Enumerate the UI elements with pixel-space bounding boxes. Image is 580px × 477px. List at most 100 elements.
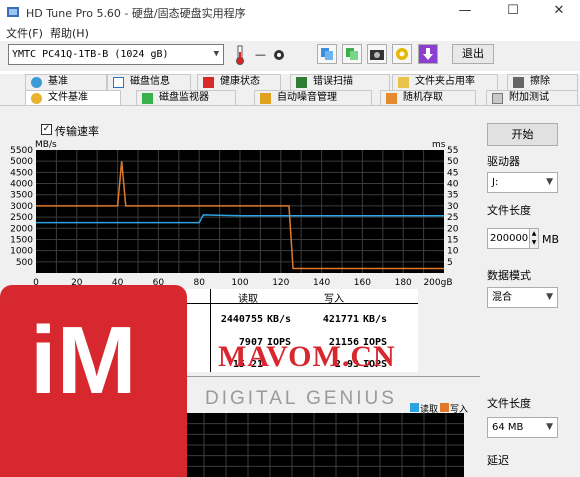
table-row: 2440755 KB/s 421771 KB/s — [213, 307, 387, 331]
x-tick-label: 100 — [231, 278, 248, 288]
y-tick-label: 5000 — [10, 157, 33, 167]
y-tick-label-right: 25 — [447, 213, 458, 223]
y-tick-label: 5500 — [10, 146, 33, 156]
y-tick-label: 1000 — [10, 247, 33, 257]
thermometer-icon — [236, 45, 244, 65]
data-mode-select[interactable]: 混合 ▼ — [487, 287, 558, 308]
info-icon — [113, 77, 124, 88]
y-tick-label-right: 5 — [447, 258, 453, 268]
file-length2-label: 文件长度 — [487, 397, 531, 410]
temperature-value: — — [255, 48, 266, 61]
copy-text-button[interactable] — [317, 44, 337, 64]
x-tick-label: 140 — [313, 278, 330, 288]
step-down-icon: ▼ — [531, 239, 537, 246]
y-tick-label: 4500 — [10, 168, 33, 178]
copy-image-button[interactable] — [342, 44, 362, 64]
file-length2-value: 64 MB — [492, 422, 524, 433]
copy-screen-icon — [346, 48, 358, 60]
screenshot-button[interactable] — [367, 44, 387, 64]
tab-disk-monitor[interactable]: 磁盘监视器 — [136, 90, 236, 106]
table-divider — [186, 303, 418, 304]
y-tick-label-right: 50 — [447, 157, 459, 167]
save-button[interactable] — [418, 44, 438, 64]
error-scan-icon — [296, 77, 307, 88]
y-tick-label: 2500 — [10, 213, 33, 223]
chevron-down-icon: ▼ — [546, 292, 553, 302]
data-mode-label: 数据模式 — [487, 269, 531, 282]
extra-tests-icon — [492, 93, 503, 104]
menu-help[interactable]: 帮助(H) — [50, 25, 89, 41]
benchmark-icon — [31, 77, 42, 88]
menu-file[interactable]: 文件(F) — [6, 25, 43, 41]
file-benchmark-icon — [31, 93, 42, 104]
y-ticks-left: 550050004500 400035003000250020001500 1000… — [10, 146, 33, 268]
y-tick-label: 4000 — [10, 180, 33, 190]
x-tick-label: 180 — [395, 278, 412, 288]
speaker-icon — [260, 93, 271, 104]
drive-letter-select[interactable]: J: ▼ — [487, 172, 558, 193]
monitor-icon — [142, 93, 153, 104]
maximize-button[interactable]: ☐ — [490, 0, 536, 24]
y-tick-label-right: 20 — [447, 224, 459, 234]
tab-benchmark[interactable]: 基准 — [25, 74, 107, 90]
logo-text: iM — [30, 307, 137, 414]
file-length-stepper[interactable]: ▲ ▼ — [529, 228, 539, 249]
tab-erase[interactable]: 擦除 — [507, 74, 578, 90]
read-value: 2440755 — [220, 313, 263, 325]
minimize-button[interactable]: — — [442, 0, 488, 24]
camera-icon — [370, 50, 384, 60]
tab-extra-tests[interactable]: 附加测试 — [486, 90, 578, 106]
x-tick-label: 120 — [272, 278, 289, 288]
options-button[interactable] — [392, 44, 412, 64]
health-cross-icon — [203, 77, 214, 88]
folder-icon — [398, 77, 409, 88]
x-tick-label: 200gB — [423, 278, 452, 288]
tagline-text: DIGITAL GENIUS — [205, 388, 397, 409]
tab-random-access[interactable]: 随机存取 — [380, 90, 476, 106]
x-tick-label: 160 — [354, 278, 371, 288]
tab-file-benchmark[interactable]: 文件基准 — [25, 90, 121, 106]
file-length-unit: MB — [542, 233, 560, 246]
data-mode-value: 混合 — [492, 292, 512, 303]
delay-label: 延迟 — [487, 454, 509, 467]
drive-select[interactable]: YMTC PC41Q-1TB-B (1024 gB) ▼ — [8, 44, 224, 65]
tab-row-top: 基准 磁盘信息 健康状态 错误扫描 文件夹占用率 擦除 — [0, 74, 580, 90]
app-icon — [7, 7, 19, 17]
chart-grid — [36, 150, 444, 273]
y-tick-label-right: 45 — [447, 168, 458, 178]
tab-aam[interactable]: 自动噪音管理 — [254, 90, 372, 106]
transfer-rate-checkbox[interactable]: ✓ — [41, 124, 52, 135]
menu-bar: 文件(F) 帮助(H) — [0, 24, 580, 41]
step-up-icon: ▲ — [531, 230, 537, 237]
tab-health[interactable]: 健康状态 — [197, 74, 281, 90]
chevron-down-icon: ▼ — [546, 422, 553, 432]
x-tick-label: 80 — [193, 278, 205, 288]
brand-text: MAVOM.CN — [218, 340, 396, 373]
header-read: 读取 — [238, 294, 258, 305]
chevron-down-icon: ▼ — [213, 49, 219, 59]
copy-icon — [321, 48, 333, 60]
tab-disk-info[interactable]: 磁盘信息 — [107, 74, 191, 90]
power-icon — [274, 50, 284, 60]
read-unit: KB/s — [267, 313, 292, 325]
im-logo: iM — [0, 285, 187, 477]
close-button[interactable]: ✕ — [536, 0, 580, 24]
random-access-icon — [386, 93, 397, 104]
tab-error-scan[interactable]: 错误扫描 — [290, 74, 390, 90]
drive-select-value: YMTC PC41Q-1TB-B (1024 gB) — [12, 49, 169, 60]
file-length2-select[interactable]: 64 MB ▼ — [487, 417, 558, 438]
y-ticks-right: 555045 403530252015 105 — [447, 146, 459, 268]
tab-folder-usage[interactable]: 文件夹占用率 — [392, 74, 498, 90]
start-button[interactable]: 开始 — [487, 123, 558, 146]
exit-button[interactable]: 退出 — [452, 44, 494, 64]
y-tick-label-right: 55 — [447, 146, 458, 156]
file-length-label: 文件长度 — [487, 204, 531, 217]
tab-row-bottom: 文件基准 磁盘监视器 自动噪音管理 随机存取 附加测试 — [0, 90, 580, 106]
y-tick-label-right: 15 — [447, 235, 458, 245]
header-write: 写入 — [324, 294, 344, 305]
write-unit: KB/s — [363, 313, 388, 325]
y-tick-label: 500 — [16, 258, 33, 268]
title-bar: HD Tune Pro 5.60 - 硬盘/固态硬盘实用程序 — ☐ ✕ — [0, 0, 580, 24]
y-tick-label-right: 35 — [447, 191, 458, 201]
y-tick-label: 3500 — [10, 191, 33, 201]
